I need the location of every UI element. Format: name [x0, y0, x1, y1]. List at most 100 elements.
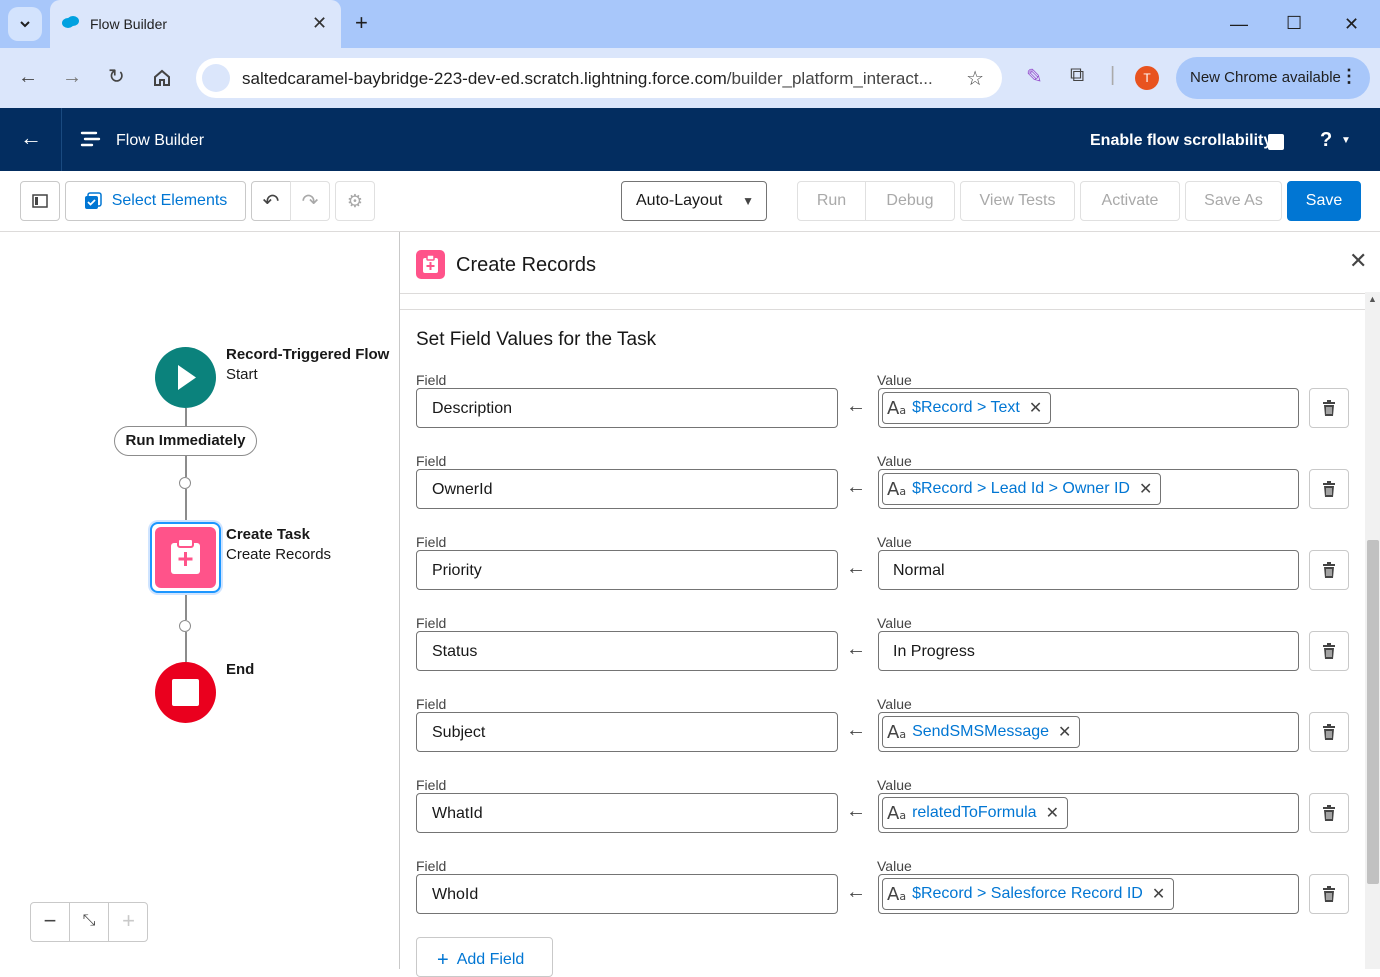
gear-icon: ⚙	[346, 190, 364, 211]
field-combobox[interactable]: Priority	[416, 550, 838, 590]
address-bar[interactable]: saltedcaramel-baybridge-223-dev-ed.scrat…	[196, 58, 1002, 98]
remove-pill-icon[interactable]: ✕	[1029, 398, 1042, 418]
remove-pill-icon[interactable]: ✕	[1139, 479, 1152, 499]
reload-icon[interactable]: ↻	[108, 66, 125, 88]
tab-search-button[interactable]	[8, 7, 42, 41]
value-combobox[interactable]: Aa $Record > Text ✕	[878, 388, 1299, 428]
create-task-node[interactable]	[150, 522, 221, 593]
flow-canvas[interactable]: Record-Triggered Flow Start Run Immediat…	[0, 232, 400, 969]
add-field-button[interactable]: + Add Field	[416, 937, 553, 977]
back-icon[interactable]: ←	[18, 66, 38, 88]
run-immediately-pill[interactable]: Run Immediately	[114, 426, 257, 456]
delete-row-button[interactable]	[1309, 793, 1349, 833]
back-arrow-icon[interactable]: ←	[20, 127, 42, 149]
chevron-down-icon: ▼	[742, 194, 754, 208]
profile-avatar[interactable]: T	[1135, 66, 1159, 90]
end-node[interactable]	[155, 662, 216, 723]
section-title: Set Field Values for the Task	[416, 329, 657, 350]
new-tab-icon[interactable]: +	[355, 12, 368, 34]
scrollbar-thumb[interactable]	[1367, 540, 1379, 884]
create-records-icon	[155, 527, 216, 588]
value-combobox[interactable]: In Progress	[878, 631, 1299, 671]
panel-scrollbar[interactable]: ▲	[1365, 292, 1380, 969]
value-combobox[interactable]: Aa SendSMSMessage ✕	[878, 712, 1299, 752]
window-close-icon[interactable]: ✕	[1344, 14, 1359, 35]
field-combobox[interactable]: WhatId	[416, 793, 838, 833]
bookmark-star-icon[interactable]: ☆	[966, 66, 984, 91]
help-caret-icon[interactable]: ▼	[1341, 135, 1351, 146]
fit-to-view-button[interactable]: ⤡	[70, 903, 109, 941]
add-element-connector[interactable]	[179, 620, 191, 632]
field-combobox[interactable]: Description	[416, 388, 838, 428]
zoom-out-button[interactable]: −	[31, 903, 70, 941]
delete-row-button[interactable]	[1309, 712, 1349, 752]
view-tests-button[interactable]: View Tests	[960, 181, 1075, 221]
resource-pill[interactable]: Aa $Record > Salesforce Record ID ✕	[882, 878, 1175, 910]
add-element-connector[interactable]	[179, 477, 191, 489]
tab-close-icon[interactable]: ✕	[312, 14, 327, 32]
builder-toolbar: Select Elements ↶ ↷ ⚙ Auto-Layout ▼ Run …	[0, 171, 1380, 232]
delete-row-button[interactable]	[1309, 631, 1349, 671]
field-combobox[interactable]: Status	[416, 631, 838, 671]
create-records-icon	[416, 250, 445, 279]
save-as-button[interactable]: Save As	[1185, 181, 1282, 221]
field-value-row: Field Value Status ← In Progress	[400, 615, 1365, 696]
more-menu-icon[interactable]: ⋮	[1340, 66, 1358, 87]
save-button[interactable]: Save	[1287, 181, 1361, 221]
scrollability-checkbox[interactable]	[1268, 134, 1284, 150]
delete-row-button[interactable]	[1309, 469, 1349, 509]
site-settings-icon[interactable]	[202, 64, 230, 92]
field-label: Field	[416, 858, 447, 874]
zoom-in-button[interactable]: +	[109, 903, 148, 941]
maximize-icon[interactable]: ☐	[1286, 13, 1302, 34]
remove-pill-icon[interactable]: ✕	[1152, 884, 1165, 904]
run-button[interactable]: Run	[797, 181, 866, 221]
resource-pill[interactable]: Aa $Record > Lead Id > Owner ID ✕	[882, 473, 1162, 505]
resource-pill[interactable]: Aa $Record > Text ✕	[882, 392, 1052, 424]
forward-icon[interactable]: →	[62, 66, 82, 88]
resource-pill[interactable]: Aa relatedToFormula ✕	[882, 797, 1068, 829]
pen-extension-icon[interactable]: ✎	[1026, 64, 1043, 89]
stop-icon	[172, 679, 199, 706]
start-node[interactable]	[155, 347, 216, 408]
select-elements-button[interactable]: Select Elements	[65, 181, 246, 221]
save-as-label: Save As	[1204, 192, 1263, 209]
delete-row-button[interactable]	[1309, 874, 1349, 914]
settings-button[interactable]: ⚙	[335, 181, 375, 221]
value-combobox[interactable]: Aa $Record > Lead Id > Owner ID ✕	[878, 469, 1299, 509]
field-value-row: Field Value WhatId ← Aa relatedToFormula ✕	[400, 777, 1365, 858]
delete-row-button[interactable]	[1309, 388, 1349, 428]
resource-pill-label: $Record > Text	[912, 399, 1020, 416]
value-combobox[interactable]: Normal	[878, 550, 1299, 590]
redo-button[interactable]: ↷	[290, 181, 330, 221]
field-combobox[interactable]: OwnerId	[416, 469, 838, 509]
undo-button[interactable]: ↶	[251, 181, 291, 221]
value-combobox[interactable]: Aa $Record > Salesforce Record ID ✕	[878, 874, 1299, 914]
debug-button[interactable]: Debug	[865, 181, 955, 221]
layout-select[interactable]: Auto-Layout ▼	[621, 181, 767, 221]
select-checkbox-icon	[84, 192, 102, 209]
value-label: Value	[877, 453, 912, 469]
minimize-icon[interactable]: —	[1230, 14, 1248, 35]
flow-builder-header: ← Flow Builder Enable flow scrollability…	[0, 108, 1380, 171]
browser-tab[interactable]: Flow Builder ✕	[50, 0, 341, 48]
remove-pill-icon[interactable]: ✕	[1058, 722, 1071, 742]
text-type-icon: Aa	[887, 397, 907, 419]
extensions-puzzle-icon[interactable]: ⧉	[1070, 64, 1084, 87]
home-icon[interactable]	[152, 68, 172, 88]
field-combobox-value: Subject	[432, 724, 486, 741]
help-icon[interactable]: ?	[1320, 129, 1332, 152]
close-panel-icon[interactable]: ✕	[1349, 250, 1367, 272]
delete-row-button[interactable]	[1309, 550, 1349, 590]
scroll-up-icon[interactable]: ▲	[1368, 294, 1377, 304]
resource-pill[interactable]: Aa SendSMSMessage ✕	[882, 716, 1081, 748]
field-combobox[interactable]: Subject	[416, 712, 838, 752]
field-combobox[interactable]: WhoId	[416, 874, 838, 914]
remove-pill-icon[interactable]: ✕	[1046, 803, 1059, 823]
value-combobox[interactable]: Aa relatedToFormula ✕	[878, 793, 1299, 833]
panel-title: Create Records	[456, 254, 597, 276]
update-chrome-button[interactable]: New Chrome available ⋮	[1176, 57, 1370, 99]
undo-icon: ↶	[262, 190, 280, 213]
activate-button[interactable]: Activate	[1080, 181, 1180, 221]
toggle-toolbox-button[interactable]	[20, 181, 60, 221]
